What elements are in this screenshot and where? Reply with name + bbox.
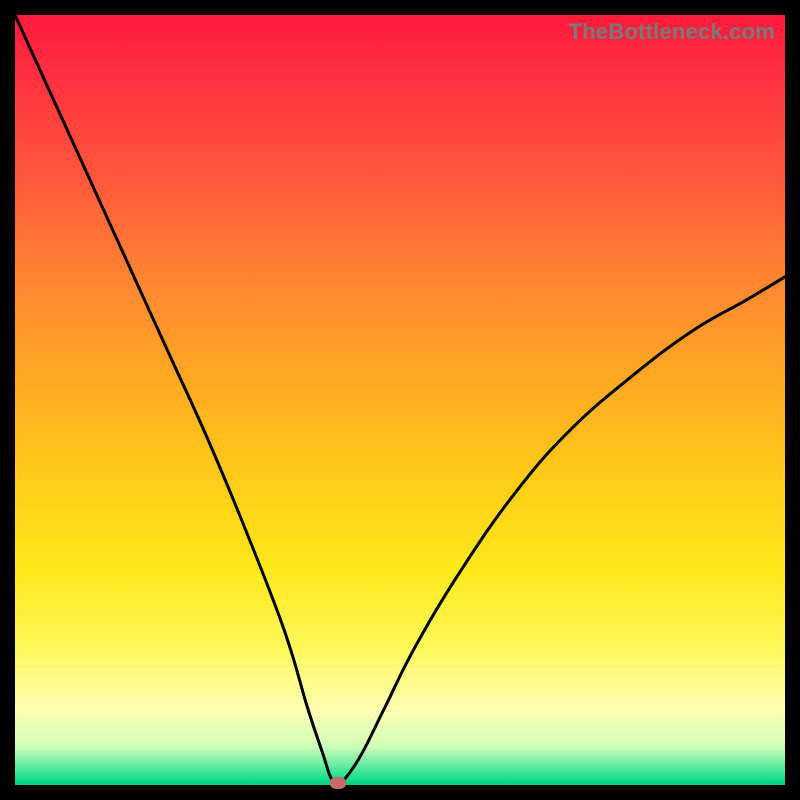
bottleneck-curve: [15, 15, 785, 785]
chart-frame: TheBottleneck.com: [0, 0, 800, 800]
optimal-marker: [330, 777, 346, 789]
curve-path: [15, 15, 785, 785]
plot-area: TheBottleneck.com: [15, 15, 785, 785]
